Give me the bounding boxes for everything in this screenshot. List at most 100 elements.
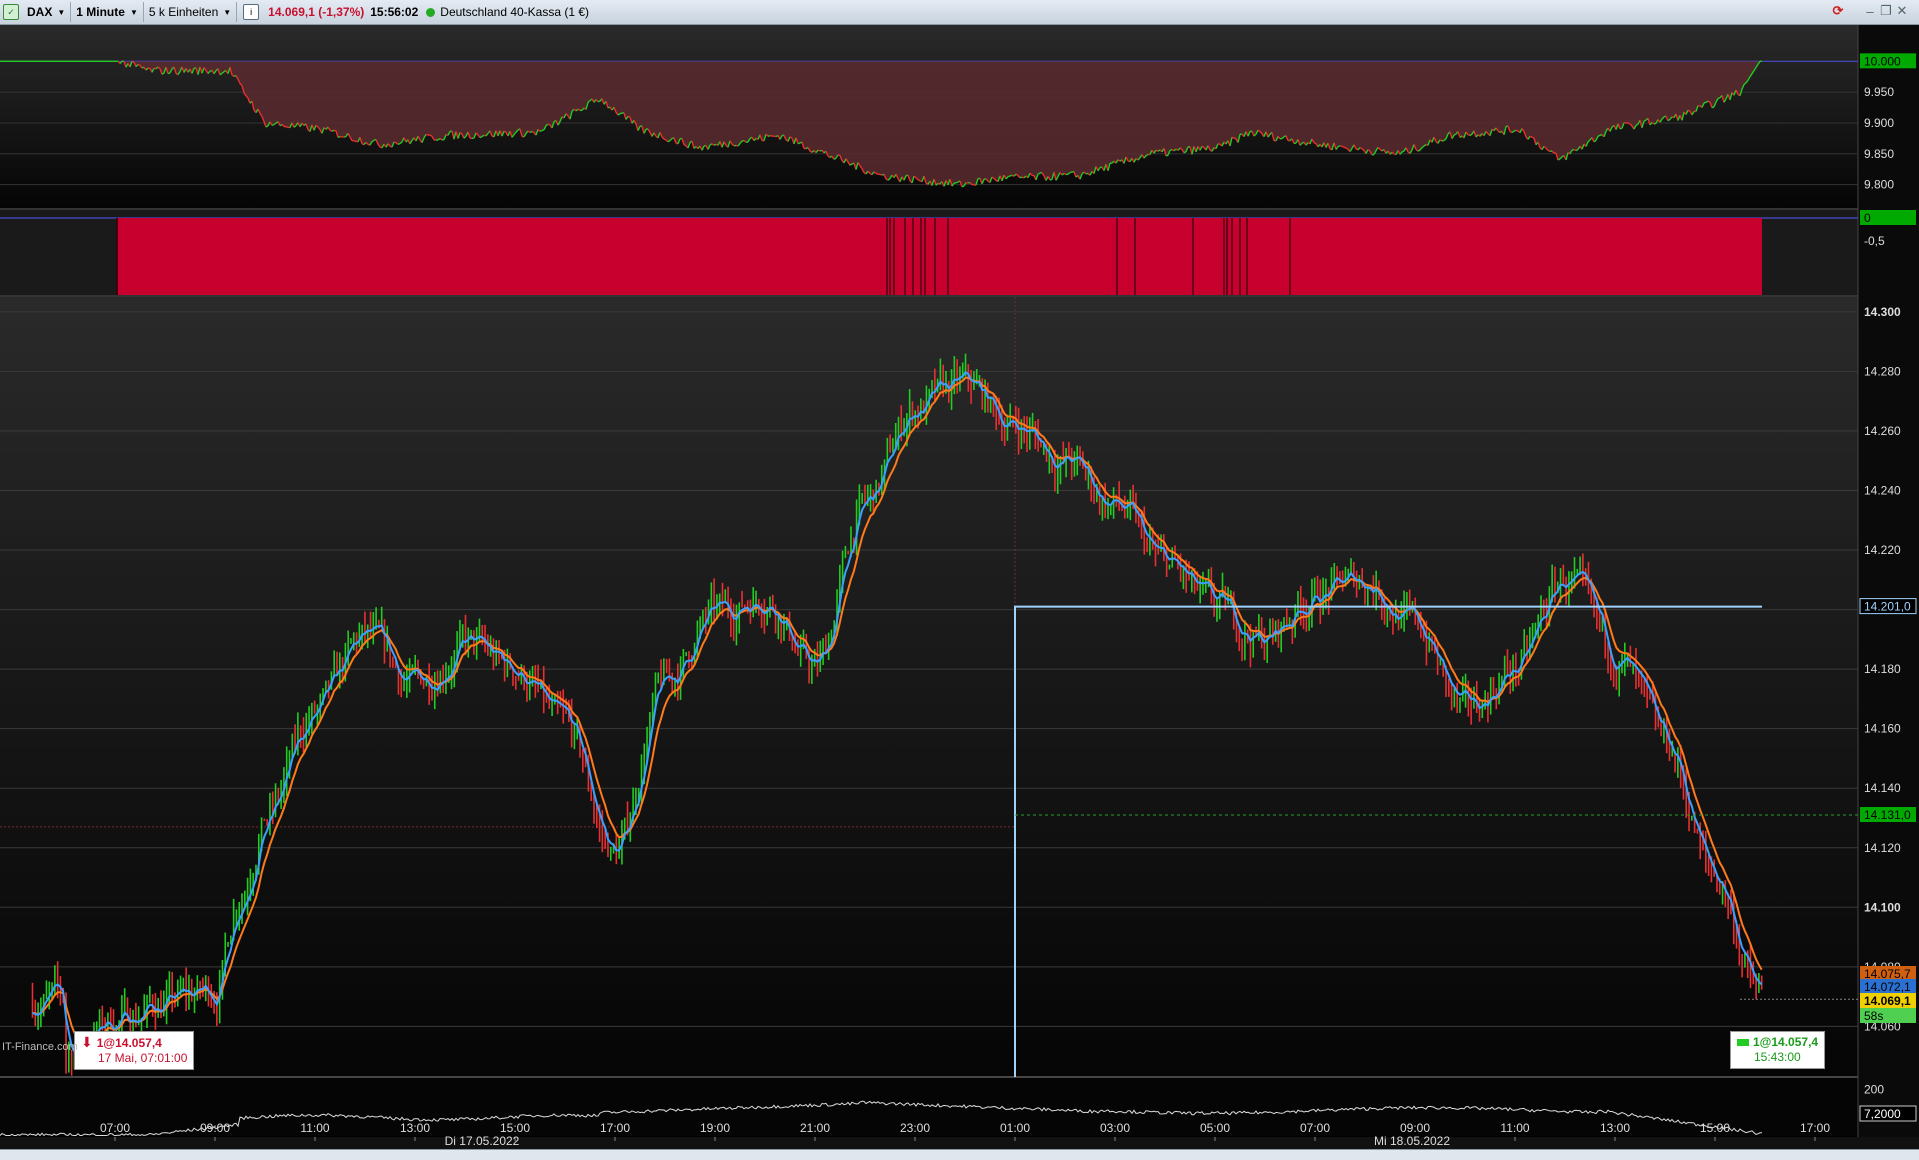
restore-icon[interactable]: ❐	[1878, 3, 1894, 19]
down-arrow-icon: ⬇	[81, 1034, 93, 1050]
date-label: Di 17.05.2022	[445, 1134, 520, 1148]
toolbar: ✓ DAX ▼ 1 Minute ▼ 5 k Einheiten▼ i 14.069…	[0, 0, 1919, 25]
sentiment-segment	[1184, 152, 1186, 153]
sentiment-segment	[962, 186, 964, 187]
symbol-selector[interactable]: DAX ▼	[22, 2, 71, 22]
time-label: 13:00	[1600, 1121, 1630, 1135]
sentiment-segment	[1516, 130, 1518, 131]
sentiment-segment	[798, 143, 800, 144]
level-price-label: 14.201,0	[1864, 600, 1911, 614]
ma-slow-value-label: 14.075,7	[1864, 967, 1911, 981]
sentiment-segment	[162, 73, 164, 74]
current-price-label: 14.069,1	[1864, 994, 1911, 1008]
sentiment-segment	[1514, 130, 1516, 131]
time-label: 23:00	[900, 1121, 930, 1135]
status-bar	[0, 1149, 1919, 1160]
sentiment-segment	[668, 141, 670, 142]
sentiment-segment	[1620, 128, 1622, 129]
sentiment-segment	[1234, 138, 1236, 139]
status-dot-icon	[426, 8, 435, 17]
units-selector[interactable]: 5 k Einheiten▼	[144, 2, 237, 22]
chart-canvas[interactable]: 10.0009.9509.9009.8509.8000-0,514.30014.…	[0, 25, 1919, 1149]
sentiment-segment	[838, 155, 840, 156]
sentiment-segment	[480, 137, 482, 138]
time-label: 13:00	[400, 1121, 430, 1135]
time-label: 01:00	[1000, 1121, 1030, 1135]
chevron-down-icon: ▼	[130, 8, 138, 17]
sentiment-segment	[956, 182, 958, 183]
trade-left-time: 17 Mai, 07:01:00	[98, 1051, 187, 1065]
sentiment-segment	[714, 144, 716, 145]
sentiment-segment	[168, 73, 170, 74]
chevron-down-icon: ▼	[57, 8, 65, 17]
sentiment-segment	[330, 130, 332, 131]
refresh-icon[interactable]: ⟳	[1830, 3, 1846, 19]
price-tick-label: 14.140	[1864, 781, 1901, 795]
price-change: 14.069,1 (-1,37%)	[268, 5, 364, 19]
ma-fast-value-label: 14.072,1	[1864, 980, 1911, 994]
trade-marker-left[interactable]: ⬇ 1@14.057,4 17 Mai, 07:01:00	[74, 1031, 194, 1070]
sentiment-segment	[1008, 176, 1010, 177]
interval-selector[interactable]: 1 Minute ▼	[71, 2, 144, 22]
sentiment-segment	[834, 158, 836, 159]
sentiment-segment	[540, 131, 542, 132]
signal-bar	[116, 218, 1762, 295]
sentiment-segment	[548, 124, 550, 125]
price-tick-label: 14.300	[1864, 305, 1901, 319]
sentiment-segment	[1644, 120, 1646, 121]
countdown-label: 58s	[1864, 1009, 1883, 1023]
sentiment-segment	[138, 64, 140, 65]
trade-right-time: 15:43:00	[1754, 1050, 1801, 1064]
time-label: 15:00	[1700, 1121, 1730, 1135]
time-label: 21:00	[800, 1121, 830, 1135]
top-tick-label: 9.900	[1864, 116, 1894, 130]
date-label: Mi 18.05.2022	[1374, 1134, 1450, 1148]
instrument-name: Deutschland 40-Kassa (1 €)	[440, 5, 589, 19]
sentiment-segment	[338, 137, 340, 138]
sentiment-segment	[1418, 150, 1420, 151]
symbol-label: DAX	[27, 5, 52, 19]
app-icon[interactable]: ✓	[3, 4, 19, 20]
mid-tick-label: -0,5	[1864, 234, 1885, 248]
sentiment-segment	[1708, 101, 1710, 102]
time-label: 17:00	[1800, 1121, 1830, 1135]
top-value-label: 10.000	[1864, 54, 1901, 68]
sentiment-segment	[354, 141, 356, 142]
trade-marker-right[interactable]: 1@14.057,4 15:43:00	[1730, 1031, 1825, 1069]
time-label: 05:00	[1200, 1121, 1230, 1135]
sentiment-segment	[1532, 137, 1534, 138]
units-label: 5 k Einheiten	[149, 5, 218, 19]
sentiment-segment	[880, 174, 882, 175]
watermark: IT-Finance.com	[2, 1041, 78, 1053]
sentiment-segment	[620, 113, 622, 114]
price-tick-label: 14.260	[1864, 424, 1901, 438]
sentiment-segment	[344, 137, 346, 138]
volume-value-label: 7,2000	[1864, 1107, 1901, 1121]
price-tick-label: 14.100	[1864, 900, 1901, 914]
sentiment-segment	[394, 142, 396, 143]
sentiment-segment	[1342, 147, 1344, 148]
sentiment-segment	[1070, 172, 1072, 173]
close-icon[interactable]: ✕	[1894, 3, 1910, 19]
sentiment-segment	[332, 131, 334, 132]
sentiment-segment	[628, 116, 630, 117]
time-label: 15:00	[500, 1121, 530, 1135]
mid-zero-label: 0	[1864, 211, 1871, 225]
time-label: 03:00	[1100, 1121, 1130, 1135]
sentiment-segment	[1530, 136, 1532, 137]
sentiment-segment	[504, 131, 506, 132]
price-tick-label: 14.240	[1864, 484, 1901, 498]
time-label: 07:00	[100, 1121, 130, 1135]
sentiment-segment	[426, 135, 428, 136]
sentiment-segment	[1314, 143, 1316, 144]
sentiment-segment	[1340, 146, 1342, 147]
sentiment-segment	[1064, 173, 1066, 174]
interval-label: 1 Minute	[76, 5, 125, 19]
sentiment-segment	[1232, 137, 1234, 138]
time-label: 19:00	[700, 1121, 730, 1135]
minimize-icon[interactable]: ‒	[1862, 3, 1878, 19]
sentiment-segment	[1038, 173, 1040, 174]
clock-time: 15:56:02	[370, 5, 418, 19]
info-icon[interactable]: i	[243, 4, 259, 20]
trade-left-qty: 1@14.057,4	[97, 1036, 162, 1050]
